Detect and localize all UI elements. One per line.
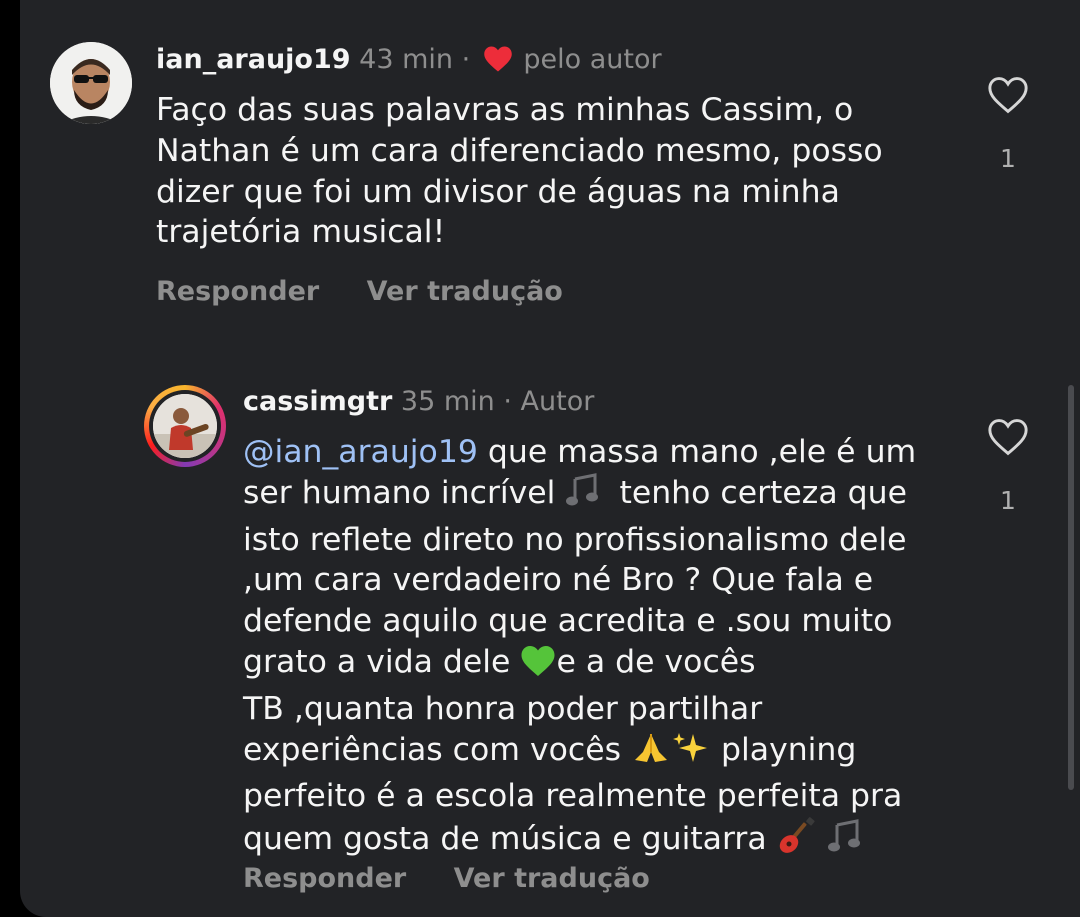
- like-control: 1: [986, 418, 1030, 515]
- avatar-photo: [50, 42, 132, 124]
- comment-line: que massa mano ,ele é um: [477, 434, 917, 470]
- reply-button[interactable]: Responder: [243, 863, 406, 894]
- separator: ·: [461, 44, 471, 75]
- red-heart-icon: [483, 45, 513, 73]
- green-heart-emoji: [520, 644, 556, 689]
- sparkles-emoji: [671, 730, 711, 777]
- comment-line: tenho certeza que: [609, 474, 907, 511]
- comment-text: @ian_araujo19 que massa mano ,ele é um s…: [243, 432, 963, 866]
- comment-line: dizer que foi um divisor de águas na min…: [156, 173, 840, 210]
- comment-line: Nathan é um cara diferenciado mesmo, pos…: [156, 132, 883, 169]
- separator: ·: [503, 386, 512, 417]
- comment-line: defende aquilo que acredita e .sou muito: [243, 603, 893, 640]
- musical-notes-emoji: [565, 472, 609, 520]
- comment-line: perfeito é a escola realmente perfeita p…: [243, 778, 903, 815]
- musical-notes-emoji: [827, 819, 871, 866]
- story-ring[interactable]: [144, 385, 226, 467]
- comment-line: Faço das suas palavras as minhas Cassim,…: [156, 92, 854, 128]
- comment-actions: Responder Ver tradução: [156, 276, 601, 307]
- comment-line: grato a vida dele: [243, 643, 511, 680]
- guitar-emoji: [777, 817, 817, 866]
- comment-line: isto reflete direto no profissionalismo …: [243, 521, 907, 558]
- mention-link[interactable]: @ian_araujo19: [243, 434, 478, 470]
- comment-time: 43 min: [359, 44, 454, 75]
- comment-time: 35 min: [400, 386, 495, 417]
- comment-line: ,um cara verdadeiro né Bro ? Que fala e: [243, 562, 874, 599]
- comment-text: Faço das suas palavras as minhas Cassim,…: [156, 90, 936, 253]
- see-translation-button[interactable]: Ver tradução: [367, 276, 563, 307]
- username[interactable]: cassimgtr: [243, 386, 392, 417]
- comment-meta: ian_araujo19 43 min · pelo autor: [156, 43, 662, 77]
- comment-line: playning: [711, 731, 857, 768]
- comments-panel: ian_araujo19 43 min · pelo autor Faço da…: [20, 0, 1080, 917]
- like-count: 1: [1000, 486, 1016, 515]
- avatar-photo: [153, 394, 217, 458]
- avatar[interactable]: [50, 42, 132, 124]
- avatar: [149, 390, 221, 462]
- liked-by-author-label: pelo autor: [523, 44, 662, 75]
- folded-hands-emoji: [631, 730, 671, 777]
- heart-outline-icon[interactable]: [987, 419, 1029, 460]
- see-translation-button[interactable]: Ver tradução: [454, 863, 650, 894]
- reply-button[interactable]: Responder: [156, 276, 319, 307]
- comment-item: ian_araujo19 43 min · pelo autor Faço da…: [20, 0, 1080, 340]
- comment-meta: cassimgtr 35 min · Autor: [243, 385, 594, 419]
- comment-line: ser humano incrível: [243, 474, 556, 511]
- like-control: 1: [986, 76, 1030, 173]
- comment-line: e a de vocês: [556, 643, 756, 680]
- comment-actions: Responder Ver tradução: [243, 863, 688, 894]
- comment-line: quem gosta de música e guitarra: [243, 821, 767, 858]
- comment-line: experiências com vocês: [243, 731, 621, 768]
- scrollbar[interactable]: [1068, 385, 1074, 790]
- author-badge: Autor: [520, 386, 595, 417]
- comment-line: TB ,quanta honra poder partilhar: [243, 690, 763, 727]
- heart-outline-icon[interactable]: [987, 77, 1029, 118]
- like-count: 1: [1000, 144, 1016, 173]
- comment-line: trajetória musical!: [156, 214, 446, 251]
- reply-item: cassimgtr 35 min · Autor @ian_araujo19 q…: [20, 370, 1080, 917]
- username[interactable]: ian_araujo19: [156, 44, 351, 75]
